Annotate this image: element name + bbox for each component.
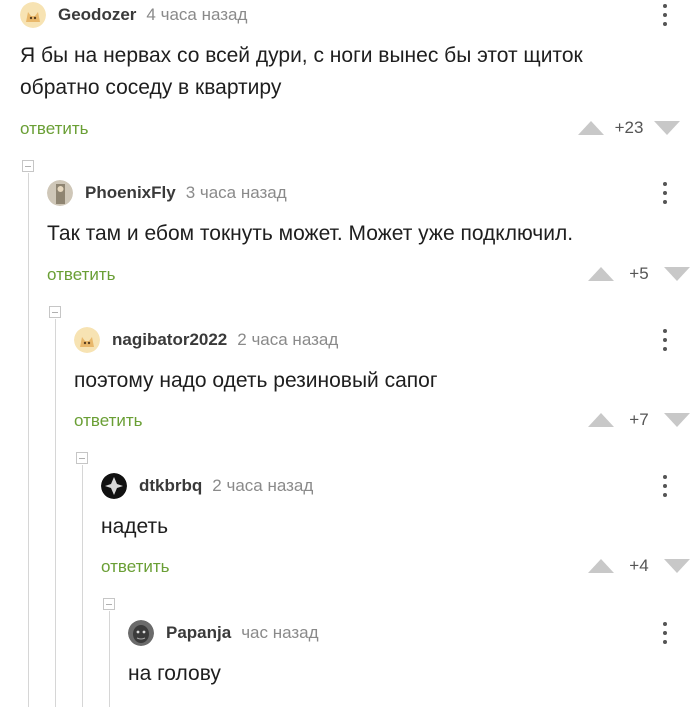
more-options-icon[interactable] (660, 620, 670, 646)
username[interactable]: dtkbrbq (139, 476, 202, 496)
comment-text: поэтому надо одеть резиновый сапог (74, 369, 438, 392)
comment-header: Geodozer 4 часа назад (20, 0, 247, 30)
vote-controls: +5 (588, 264, 690, 284)
comment-header: PhoenixFly 3 часа назад (47, 178, 287, 208)
vote-controls: +4 (588, 556, 690, 576)
comment-text: надеть (101, 515, 169, 538)
collapse-thread-button[interactable] (76, 452, 88, 464)
comment-score: +4 (629, 556, 649, 575)
collapse-thread-button[interactable] (49, 306, 61, 318)
upvote-arrow-icon[interactable] (588, 559, 614, 573)
more-options-icon[interactable] (660, 327, 670, 353)
collapse-thread-button[interactable] (22, 160, 34, 172)
comment-header: nagibator2022 2 часа назад (74, 325, 338, 355)
avatar-person-icon[interactable] (47, 180, 73, 206)
avatar-dark-icon[interactable] (101, 473, 127, 499)
comment-time: 2 часа назад (212, 476, 314, 495)
avatar-cat-icon[interactable] (74, 327, 100, 353)
more-options-icon[interactable] (660, 2, 670, 28)
upvote-arrow-icon[interactable] (588, 267, 614, 281)
comment-time: 3 часа назад (185, 183, 287, 202)
comment-text: Я бы на нервах со всей дури, с ноги выне… (20, 44, 583, 99)
reply-button[interactable]: ответить (74, 411, 143, 431)
downvote-arrow-icon[interactable] (654, 121, 680, 135)
more-options-icon[interactable] (660, 473, 670, 499)
downvote-arrow-icon[interactable] (664, 267, 690, 281)
thread-line-level-4 (109, 611, 110, 707)
comment-time: 4 часа назад (146, 5, 248, 24)
comment-header: dtkbrbq 2 часа назад (101, 471, 313, 501)
collapse-thread-button[interactable] (103, 598, 115, 610)
comment-time: час назад (241, 623, 319, 642)
comment-text: Так там и ебом токнуть может. Может уже … (47, 222, 574, 245)
comment-score: +5 (629, 264, 649, 283)
comment-score: +7 (629, 410, 649, 429)
username[interactable]: nagibator2022 (112, 330, 227, 350)
comment-time: 2 часа назад (237, 330, 339, 349)
avatar-cat-icon[interactable] (20, 2, 46, 28)
username[interactable]: Papanja (166, 623, 231, 643)
thread-line-level-3 (82, 465, 83, 707)
comment-score: +23 (614, 118, 644, 137)
downvote-arrow-icon[interactable] (664, 413, 690, 427)
reply-button[interactable]: ответить (47, 265, 116, 285)
thread-line-level-2 (55, 319, 56, 707)
username[interactable]: Geodozer (58, 5, 136, 25)
upvote-arrow-icon[interactable] (588, 413, 614, 427)
thread-line-level-1 (28, 173, 29, 707)
comment-text: на голову (128, 662, 221, 685)
downvote-arrow-icon[interactable] (664, 559, 690, 573)
reply-button[interactable]: ответить (20, 119, 89, 139)
avatar-face-icon[interactable] (128, 620, 154, 646)
vote-controls: +7 (588, 410, 690, 430)
more-options-icon[interactable] (660, 180, 670, 206)
username[interactable]: PhoenixFly (85, 183, 176, 203)
vote-controls: +23 (578, 118, 680, 138)
reply-button[interactable]: ответить (101, 557, 170, 577)
upvote-arrow-icon[interactable] (578, 121, 604, 135)
comment-header: Papanja час назад (128, 618, 319, 648)
